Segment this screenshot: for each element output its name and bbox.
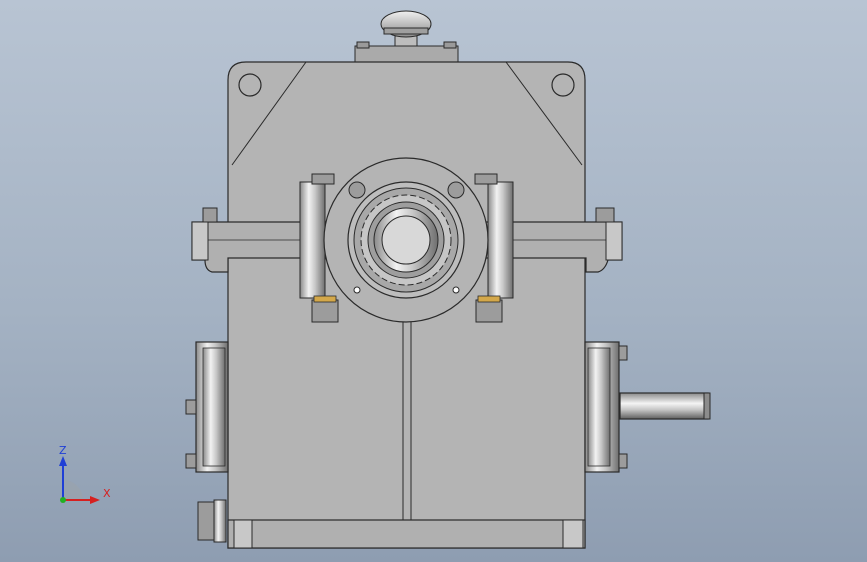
mount-hole-right: [551, 73, 575, 97]
x-arrow-icon: [90, 496, 100, 504]
vent-plug: [354, 10, 459, 63]
left-end-cap: [185, 341, 229, 473]
graphics-viewport[interactable]: Z X: [0, 0, 867, 562]
mount-hole-left: [238, 73, 262, 97]
triad-arc: [63, 480, 83, 500]
gearbox-model[interactable]: [0, 0, 867, 562]
coordinate-triad: Z X: [59, 444, 111, 504]
output-shaft: [619, 392, 711, 420]
x-axis-label: X: [103, 487, 111, 500]
drain-plug: [197, 499, 227, 543]
z-axis-label: Z: [59, 444, 67, 457]
z-arrow-icon: [59, 456, 67, 466]
y-axis-dot: [60, 497, 66, 503]
bearing-assembly: [323, 157, 489, 323]
